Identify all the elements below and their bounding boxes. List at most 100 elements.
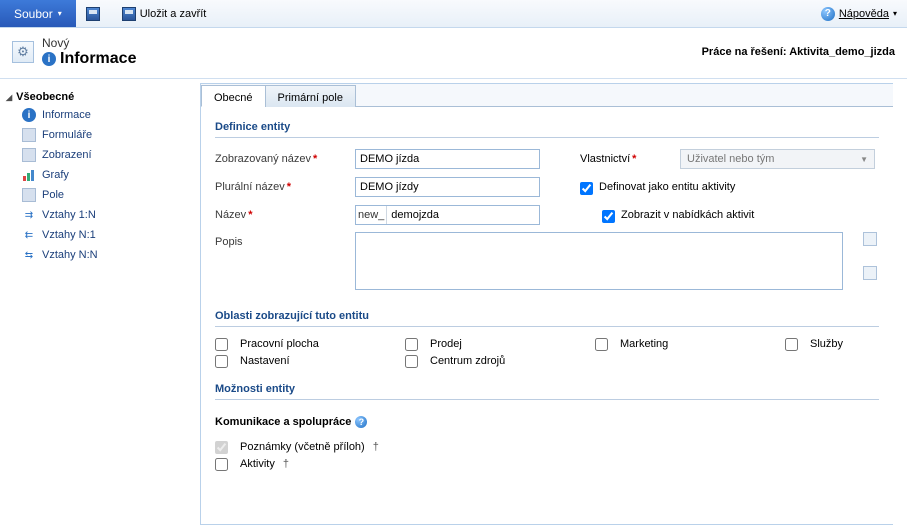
expand-button[interactable] <box>863 266 877 280</box>
section-entity-definition: Definice entity <box>215 115 879 138</box>
chevron-down-icon: ▾ <box>58 9 62 18</box>
sidebar-item-forms[interactable]: Formuláře <box>6 125 194 145</box>
display-name-input[interactable] <box>355 149 540 169</box>
label-text: Zobrazovaný název <box>215 153 311 165</box>
chevron-down-icon: ▾ <box>893 9 897 18</box>
area-workplace-checkbox[interactable] <box>215 338 228 351</box>
tab-primary-field[interactable]: Primární pole <box>265 85 356 107</box>
description-textarea[interactable] <box>355 232 843 290</box>
area-sales-checkbox[interactable] <box>405 338 418 351</box>
area-workplace-label: Pracovní plocha <box>240 338 319 350</box>
save-close-label: Uložit a zavřít <box>140 8 207 20</box>
save-disk-icon <box>86 7 100 21</box>
sidebar-item-information[interactable]: i Informace <box>6 105 194 125</box>
define-activity-checkbox[interactable] <box>580 182 593 195</box>
sidebar-item-rel-nn[interactable]: ⇆ Vztahy N:N <box>6 245 194 265</box>
define-activity-group: Definovat jako entitu aktivity <box>540 181 879 194</box>
sidebar-item-views[interactable]: Zobrazení <box>6 145 194 165</box>
page-titles: Nový i Informace <box>42 36 136 68</box>
label-text: Plurální název <box>215 181 285 193</box>
field-icon <box>22 188 36 202</box>
expand-button[interactable] <box>863 232 877 246</box>
sidebar-item-label: Informace <box>42 109 91 121</box>
subsection-communication: Komunikace a spolupráce ? <box>215 410 879 432</box>
sidebar-item-fields[interactable]: Pole <box>6 185 194 205</box>
area-settings-checkbox[interactable] <box>215 355 228 368</box>
show-in-menus-checkbox[interactable] <box>602 210 615 223</box>
relation-icon: ⇉ <box>22 208 36 222</box>
page-subtitle: Nový <box>42 36 136 50</box>
ownership-group: Vlastnictví* Uživatel nebo tým ▼ <box>540 149 879 169</box>
ribbon-bar: Soubor ▾ Uložit a zavřít ? Nápověda ▾ <box>0 0 907 28</box>
entity-icon: ⚙ <box>12 41 34 63</box>
area-sales-label: Prodej <box>430 338 462 350</box>
main-area: ◢ Všeobecné i Informace Formuláře Zobraz… <box>0 79 907 525</box>
gear-icon: ⚙ <box>17 44 29 60</box>
schema-name-input-wrap: new_ <box>355 205 540 225</box>
plural-name-input[interactable] <box>355 177 540 197</box>
file-menu-button[interactable]: Soubor ▾ <box>0 0 76 27</box>
area-resource-label: Centrum zdrojů <box>430 355 505 367</box>
areas-grid: Pracovní plocha Prodej Marketing Služby … <box>215 337 879 367</box>
form-scroll-area[interactable]: Definice entity Zobrazovaný název* Vlast… <box>201 107 893 524</box>
sidebar: ◢ Všeobecné i Informace Formuláře Zobraz… <box>0 79 200 525</box>
tab-general[interactable]: Obecné <box>201 85 266 107</box>
area-resource-checkbox[interactable] <box>405 355 418 368</box>
save-button[interactable] <box>86 7 100 21</box>
chevron-down-icon: ▼ <box>860 155 868 164</box>
schema-name-label: Název* <box>215 209 355 221</box>
required-mark: * <box>311 153 317 165</box>
relation-icon: ⇇ <box>22 228 36 242</box>
help-icon: ? <box>821 7 835 21</box>
file-menu-label: Soubor <box>14 7 53 21</box>
tab-label: Primární pole <box>278 92 343 104</box>
show-in-menus-group: Zobrazit v nabídkách aktivit <box>540 209 879 222</box>
row-plural-name: Plurální název* Definovat jako entitu ak… <box>215 176 879 198</box>
row-description: Popis <box>215 232 879 290</box>
area-marketing-checkbox[interactable] <box>595 338 608 351</box>
required-mark: * <box>285 181 291 193</box>
define-activity-label: Definovat jako entitu aktivity <box>599 181 735 193</box>
section-entity-options: Možnosti entity <box>215 377 879 400</box>
schema-name-input[interactable] <box>387 206 539 224</box>
section-areas: Oblasti zobrazující tuto entitu <box>215 304 879 327</box>
chart-icon <box>22 168 36 182</box>
sidebar-item-rel-1n[interactable]: ⇉ Vztahy 1:N <box>6 205 194 225</box>
sidebar-item-label: Vztahy N:1 <box>42 229 96 241</box>
ownership-label: Vlastnictví* <box>580 153 680 165</box>
label-text: Vlastnictví <box>580 153 630 165</box>
sidebar-item-charts[interactable]: Grafy <box>6 165 194 185</box>
subsection-label: Komunikace a spolupráce <box>215 416 351 428</box>
save-close-button[interactable]: Uložit a zavřít <box>122 7 207 21</box>
required-mark: * <box>246 209 252 221</box>
area-services-label: Služby <box>810 338 843 350</box>
ownership-value: Uživatel nebo tým <box>687 153 774 165</box>
tab-bar: Obecné Primární pole <box>201 84 893 107</box>
area-services-checkbox[interactable] <box>785 338 798 351</box>
activities-label: Aktivity <box>240 458 275 470</box>
display-name-label: Zobrazovaný název* <box>215 153 355 165</box>
required-mark: * <box>630 153 636 165</box>
plural-name-label: Plurální název* <box>215 181 355 193</box>
ownership-select[interactable]: Uživatel nebo tým ▼ <box>680 149 875 169</box>
help-icon[interactable]: ? <box>355 416 367 428</box>
sidebar-group-header[interactable]: ◢ Všeobecné <box>6 89 194 105</box>
sidebar-item-label: Formuláře <box>42 129 92 141</box>
notes-checkbox[interactable] <box>215 441 228 454</box>
notes-label: Poznámky (včetně příloh) <box>240 441 365 453</box>
info-icon: i <box>42 52 56 66</box>
sidebar-group-general: ◢ Všeobecné i Informace Formuláře Zobraz… <box>6 89 194 265</box>
tab-label: Obecné <box>214 92 253 104</box>
sidebar-item-rel-n1[interactable]: ⇇ Vztahy N:1 <box>6 225 194 245</box>
description-label: Popis <box>215 232 355 248</box>
ribbon-quick-actions: Uložit a zavřít <box>76 0 217 27</box>
help-button[interactable]: ? Nápověda ▾ <box>821 0 907 27</box>
area-settings-label: Nastavení <box>240 355 290 367</box>
content-panel: Obecné Primární pole Definice entity Zob… <box>200 83 893 525</box>
sidebar-item-label: Vztahy 1:N <box>42 209 96 221</box>
row-schema-name: Název* new_ Zobrazit v nabídkách aktivit <box>215 204 879 226</box>
activities-checkbox[interactable] <box>215 458 228 471</box>
locked-mark: † <box>371 441 379 453</box>
label-text: Název <box>215 209 246 221</box>
sidebar-item-label: Pole <box>42 189 64 201</box>
